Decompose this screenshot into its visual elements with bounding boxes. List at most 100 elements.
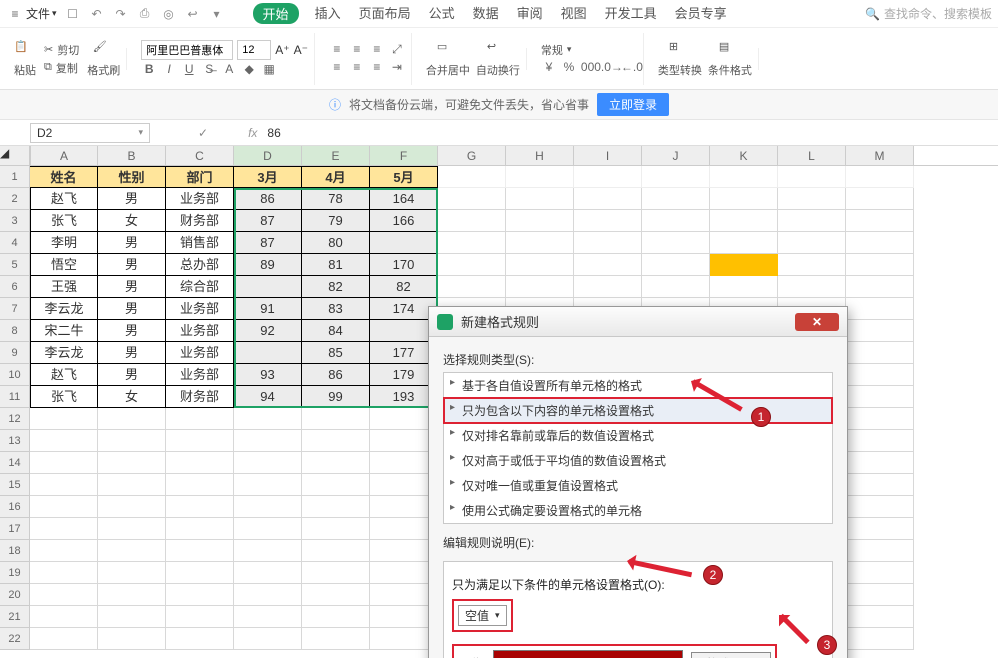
align-center-icon[interactable]: ≡ (349, 60, 365, 76)
indent-icon[interactable]: ⇥ (389, 60, 405, 76)
orient-icon[interactable]: ⤢ (389, 42, 405, 58)
wrap-icon: ↩ (487, 40, 509, 62)
align-right-icon[interactable]: ≡ (369, 60, 385, 76)
annotation-badge-2: 2 (703, 565, 723, 585)
app-icon (437, 314, 453, 330)
tab-layout[interactable]: 页面布局 (357, 3, 413, 24)
wrap-button[interactable]: ↩自动换行 (476, 40, 520, 78)
condition-dropdown[interactable]: 空值▾ (458, 605, 507, 626)
copy-icon: ⧉ (44, 61, 52, 74)
quick-access: ☐ ↶ ↷ ⎙ ◎ ↩ ▾ (65, 6, 225, 22)
edit-rule-label: 编辑规则说明(E): (443, 534, 833, 551)
app-menu-icon[interactable]: ≡ (6, 5, 24, 23)
percent-icon[interactable]: % (561, 60, 577, 76)
print-icon[interactable]: ⎙ (137, 6, 153, 22)
annotation-badge-1: 1 (751, 407, 771, 427)
paste-button[interactable]: 📋粘贴 (14, 40, 36, 78)
info-icon: ⓘ (329, 96, 341, 113)
cut-button[interactable]: ✂剪切 (44, 42, 79, 58)
ribbon: 📋粘贴 ✂剪切 ⧉复制 🖌格式刷 A⁺ A⁻ B I U S̶ A ◆ ▦ ≡ … (0, 28, 998, 90)
file-menu[interactable]: 文件▾ (26, 5, 57, 22)
increase-font-icon[interactable]: A⁺ (275, 43, 289, 57)
condition-label: 只为满足以下条件的单元格设置格式(O): (452, 576, 824, 593)
bold-button[interactable]: B (141, 62, 157, 78)
new-format-rule-dialog: 新建格式规则 ✕ 选择规则类型(S): 基于各自值设置所有单元格的格式 只为包含… (428, 306, 848, 658)
format-painter-button[interactable]: 🖌格式刷 (87, 40, 120, 78)
tab-insert[interactable]: 插入 (313, 3, 343, 24)
type-convert-button[interactable]: ⊞类型转换 (658, 40, 702, 78)
login-button[interactable]: 立即登录 (597, 93, 669, 116)
search-placeholder: 查找命令、搜索模板 (884, 5, 992, 22)
ribbon-tabs: 开始 插入 页面布局 公式 数据 审阅 视图 开发工具 会员专享 (253, 3, 729, 24)
align-mid-icon[interactable]: ≡ (349, 42, 365, 58)
inc-decimal-icon[interactable]: .0→ (601, 60, 617, 76)
tab-review[interactable]: 审阅 (515, 3, 545, 24)
more-icon[interactable]: ▾ (209, 6, 225, 22)
underline-button[interactable]: U (181, 62, 197, 78)
cond-format-button[interactable]: ▤条件格式 (708, 40, 752, 78)
formula-bar: D2▾ ✓ fx 86 (0, 120, 998, 146)
preview-highlight: 预览: AaBbCcYyZz 格式(F)... (452, 644, 777, 658)
tab-dev[interactable]: 开发工具 (603, 3, 659, 24)
redo-icon[interactable]: ↷ (113, 6, 129, 22)
strike-button[interactable]: S̶ (201, 62, 217, 78)
rule-type-item[interactable]: 仅对唯一值或重复值设置格式 (444, 473, 832, 498)
dialog-titlebar[interactable]: 新建格式规则 ✕ (429, 307, 847, 337)
select-type-label: 选择规则类型(S): (443, 351, 833, 368)
tab-data[interactable]: 数据 (471, 3, 501, 24)
font-name-input[interactable] (141, 40, 233, 60)
undo-icon[interactable]: ↶ (89, 6, 105, 22)
paste-icon: 📋 (14, 40, 36, 62)
formula-value[interactable]: 86 (267, 126, 280, 140)
dec-decimal-icon[interactable]: ←.0 (621, 60, 637, 76)
menubar: ≡ 文件▾ ☐ ↶ ↷ ⎙ ◎ ↩ ▾ 开始 插入 页面布局 公式 数据 审阅 … (0, 0, 998, 28)
italic-button[interactable]: I (161, 62, 177, 78)
close-button[interactable]: ✕ (795, 313, 839, 331)
decrease-font-icon[interactable]: A⁻ (294, 43, 308, 57)
back-icon[interactable]: ↩ (185, 6, 201, 22)
preview-icon[interactable]: ◎ (161, 6, 177, 22)
tab-start[interactable]: 开始 (253, 3, 299, 24)
format-button[interactable]: 格式(F)... (691, 652, 770, 658)
type-icon: ⊞ (669, 40, 691, 62)
rule-type-item[interactable]: 仅对高于或低于平均值的数值设置格式 (444, 448, 832, 473)
column-headers[interactable]: ABC DEF GHIJ KLM (30, 146, 998, 166)
name-box[interactable]: D2▾ (30, 123, 150, 143)
condition-dropdown-highlight: 空值▾ (452, 599, 513, 632)
search-icon: 🔍 (865, 7, 880, 21)
brush-icon: 🖌 (93, 40, 115, 62)
cut-icon: ✂ (44, 43, 53, 56)
format-preview: AaBbCcYyZz (493, 650, 683, 658)
currency-icon[interactable]: ¥ (541, 60, 557, 76)
command-search[interactable]: 🔍 查找命令、搜索模板 (865, 5, 992, 22)
rule-type-item[interactable]: 使用公式确定要设置格式的单元格 (444, 498, 832, 523)
merge-button[interactable]: ▭合并居中 (426, 40, 470, 78)
tab-member[interactable]: 会员专享 (673, 3, 729, 24)
border-button[interactable]: ▦ (261, 62, 277, 78)
highlighted-cell (710, 254, 778, 276)
font-size-input[interactable] (237, 40, 271, 60)
number-format-dropdown[interactable]: 常规 (541, 42, 563, 58)
align-top-icon[interactable]: ≡ (329, 42, 345, 58)
fill-color-button[interactable]: ◆ (241, 62, 257, 78)
rule-type-item[interactable]: 仅对排名靠前或靠后的数值设置格式 (444, 423, 832, 448)
tab-view[interactable]: 视图 (559, 3, 589, 24)
font-color-button[interactable]: A (221, 62, 237, 78)
rule-type-list[interactable]: 基于各自值设置所有单元格的格式 只为包含以下内容的单元格设置格式 仅对排名靠前或… (443, 372, 833, 524)
preview-label: 预览: (458, 655, 485, 658)
align-bot-icon[interactable]: ≡ (369, 42, 385, 58)
annotation-badge-3: 3 (817, 635, 837, 655)
rule-type-item[interactable]: 只为包含以下内容的单元格设置格式 (444, 398, 832, 423)
copy-button[interactable]: ⧉复制 (44, 60, 79, 76)
save-icon[interactable]: ☐ (65, 6, 81, 22)
thousand-sep-icon[interactable]: 000 (581, 60, 597, 76)
spreadsheet-grid[interactable]: ◢ ABC DEF GHIJ KLM 1姓名性别部门3月4月5月2赵飞男业务部8… (0, 146, 998, 652)
merge-icon: ▭ (437, 40, 459, 62)
fx-label[interactable]: fx (248, 126, 257, 140)
insert-fn-icon[interactable]: ✓ (198, 126, 208, 140)
select-all-button[interactable]: ◢ (0, 146, 30, 166)
rule-type-item[interactable]: 基于各自值设置所有单元格的格式 (444, 373, 832, 398)
align-left-icon[interactable]: ≡ (329, 60, 345, 76)
cloud-backup-msg: 将文档备份云端，可避免文件丢失，省心省事 (349, 96, 589, 113)
tab-formula[interactable]: 公式 (427, 3, 457, 24)
